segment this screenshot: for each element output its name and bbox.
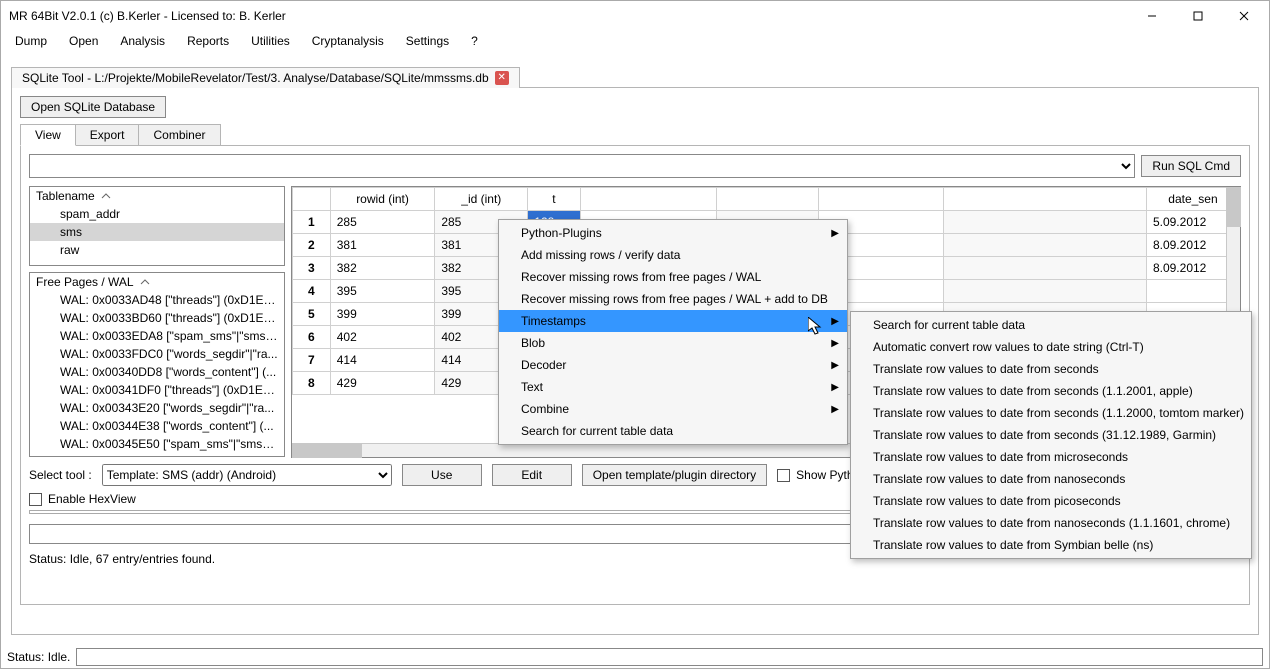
menu-utilities[interactable]: Utilities xyxy=(247,32,294,50)
table-list[interactable]: Tablename spam_addr sms raw xyxy=(29,186,285,266)
menu-item[interactable]: Search for current table data xyxy=(851,314,1251,336)
close-tab-button[interactable]: ✕ xyxy=(495,71,509,85)
document-tab-label: SQLite Tool - L:/Projekte/MobileRevelato… xyxy=(22,71,489,85)
list-item[interactable]: WAL: 0x00341DF0 ["threads"] (0xD1EC... xyxy=(30,381,284,399)
menu-item[interactable]: Translate row values to date from Symbia… xyxy=(851,534,1251,556)
use-button[interactable]: Use xyxy=(402,464,482,486)
menu-item[interactable]: Add missing rows / verify data xyxy=(499,244,847,266)
menu-item[interactable]: Combine▶ xyxy=(499,398,847,420)
tool-select[interactable]: Template: SMS (addr) (Android) xyxy=(102,464,392,486)
grid-header[interactable] xyxy=(580,188,717,211)
status-field xyxy=(76,648,1263,666)
select-tool-label: Select tool : xyxy=(29,468,92,482)
menu-item[interactable]: Text▶ xyxy=(499,376,847,398)
menu-item[interactable]: Python-Plugins▶ xyxy=(499,222,847,244)
grid-header[interactable]: t xyxy=(528,188,580,211)
menu-item[interactable]: Translate row values to date from second… xyxy=(851,424,1251,446)
grid-header[interactable] xyxy=(717,188,819,211)
list-item[interactable]: WAL: 0x0033BD60 ["threads"] (0xD1EC... xyxy=(30,309,284,327)
context-menu[interactable]: Python-Plugins▶Add missing rows / verify… xyxy=(498,219,848,445)
submenu-arrow-icon: ▶ xyxy=(831,338,839,349)
close-icon xyxy=(1239,11,1249,21)
minimize-icon xyxy=(1147,11,1157,21)
menu-item[interactable]: Translate row values to date from second… xyxy=(851,402,1251,424)
submenu-arrow-icon: ▶ xyxy=(831,404,839,415)
list-item[interactable]: raw xyxy=(30,241,284,259)
table-list-header: Tablename xyxy=(30,187,284,205)
maximize-icon xyxy=(1193,11,1203,21)
window-title: MR 64Bit V2.0.1 (c) B.Kerler - Licensed … xyxy=(9,9,286,23)
list-item[interactable]: WAL: 0x00340DD8 ["words_content"] (... xyxy=(30,363,284,381)
run-sql-cmd-button[interactable]: Run SQL Cmd xyxy=(1141,155,1241,177)
tab-combiner[interactable]: Combiner xyxy=(138,124,220,146)
list-item[interactable]: WAL: 0x00346E68 ["threads"] (0xD1EC... xyxy=(30,453,284,457)
menu-item[interactable]: Blob▶ xyxy=(499,332,847,354)
menu-item[interactable]: Recover missing rows from free pages / W… xyxy=(499,288,847,310)
submenu-arrow-icon: ▶ xyxy=(831,228,839,239)
menu-item[interactable]: Decoder▶ xyxy=(499,354,847,376)
menu-reports[interactable]: Reports xyxy=(183,32,233,50)
list-item[interactable]: WAL: 0x00345E50 ["spam_sms"|"sms"]... xyxy=(30,435,284,453)
menu-settings[interactable]: Settings xyxy=(402,32,453,50)
sort-indicator-icon xyxy=(140,279,150,285)
list-item[interactable]: WAL: 0x00344E38 ["words_content"] (... xyxy=(30,417,284,435)
list-item[interactable]: WAL: 0x0033EDA8 ["spam_sms"|"sms"]... xyxy=(30,327,284,345)
document-tab[interactable]: SQLite Tool - L:/Projekte/MobileRevelato… xyxy=(11,67,520,88)
list-item[interactable]: spam_addr xyxy=(30,205,284,223)
menu-item[interactable]: Translate row values to date from second… xyxy=(851,380,1251,402)
menu-item[interactable]: Translate row values to date from micros… xyxy=(851,446,1251,468)
submenu-arrow-icon: ▶ xyxy=(831,360,839,371)
sort-indicator-icon xyxy=(101,193,111,199)
menu-item[interactable]: Translate row values to date from second… xyxy=(851,358,1251,380)
tab-view[interactable]: View xyxy=(20,124,76,146)
grid-header-row: rowid (int) _id (int) t date_sen xyxy=(293,188,1240,211)
menu-analysis[interactable]: Analysis xyxy=(116,32,169,50)
title-bar: MR 64Bit V2.0.1 (c) B.Kerler - Licensed … xyxy=(1,1,1269,31)
menu-cryptanalysis[interactable]: Cryptanalysis xyxy=(308,32,388,50)
tab-export[interactable]: Export xyxy=(75,124,140,146)
menu-item[interactable]: Translate row values to date from nanose… xyxy=(851,512,1251,534)
list-item[interactable]: sms xyxy=(30,223,284,241)
menu-dump[interactable]: Dump xyxy=(11,32,51,50)
enable-hexview-checkbox[interactable]: Enable HexView xyxy=(29,492,136,506)
list-item[interactable]: WAL: 0x00343E20 ["words_segdir"|"ra... xyxy=(30,399,284,417)
edit-button[interactable]: Edit xyxy=(492,464,572,486)
open-sqlite-database-button[interactable]: Open SQLite Database xyxy=(20,96,166,118)
status-label: Status: Idle. xyxy=(7,650,70,664)
maximize-button[interactable] xyxy=(1175,2,1221,31)
document-tabs: SQLite Tool - L:/Projekte/MobileRevelato… xyxy=(11,63,1259,87)
menu-help[interactable]: ? xyxy=(467,32,482,50)
grid-header[interactable] xyxy=(943,188,1146,211)
list-item[interactable]: WAL: 0x0033FDC0 ["words_segdir"|"ra... xyxy=(30,345,284,363)
minimize-button[interactable] xyxy=(1129,2,1175,31)
close-button[interactable] xyxy=(1221,2,1267,31)
menu-item[interactable]: Automatic convert row values to date str… xyxy=(851,336,1251,358)
status-bar: Status: Idle. xyxy=(1,646,1269,668)
submenu-arrow-icon: ▶ xyxy=(831,382,839,393)
grid-header[interactable]: rowid (int) xyxy=(330,188,435,211)
menu-item[interactable]: Search for current table data xyxy=(499,420,847,442)
wal-list[interactable]: Free Pages / WAL WAL: 0x0033AD48 ["threa… xyxy=(29,272,285,457)
wal-list-header: Free Pages / WAL xyxy=(30,273,284,291)
grid-header[interactable]: _id (int) xyxy=(435,188,528,211)
context-submenu-timestamps[interactable]: Search for current table dataAutomatic c… xyxy=(850,311,1252,559)
grid-header[interactable] xyxy=(293,188,331,211)
checkbox-icon xyxy=(777,469,790,482)
menu-open[interactable]: Open xyxy=(65,32,102,50)
sql-command-input[interactable] xyxy=(29,154,1135,178)
menu-item[interactable]: Recover missing rows from free pages / W… xyxy=(499,266,847,288)
menu-item[interactable]: Translate row values to date from picose… xyxy=(851,490,1251,512)
submenu-arrow-icon: ▶ xyxy=(831,316,839,327)
menu-item[interactable]: Timestamps▶ xyxy=(499,310,847,332)
inner-tabs: View Export Combiner xyxy=(20,124,1250,146)
open-template-dir-button[interactable]: Open template/plugin directory xyxy=(582,464,767,486)
menubar: Dump Open Analysis Reports Utilities Cry… xyxy=(1,31,1269,55)
menu-item[interactable]: Translate row values to date from nanose… xyxy=(851,468,1251,490)
checkbox-icon xyxy=(29,493,42,506)
list-item[interactable]: WAL: 0x0033AD48 ["threads"] (0xD1EC... xyxy=(30,291,284,309)
grid-header[interactable] xyxy=(818,188,943,211)
